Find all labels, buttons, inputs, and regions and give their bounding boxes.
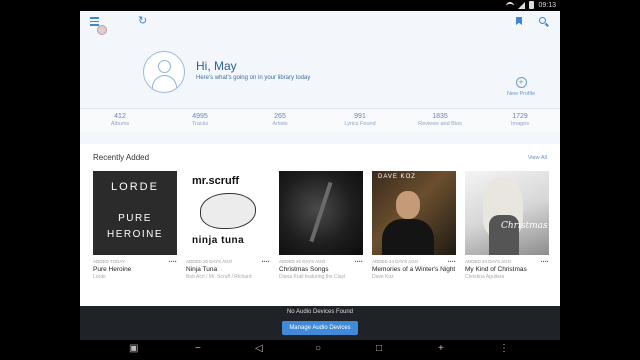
album-cover[interactable]: mr.scruff ninja tuna bbox=[186, 171, 270, 255]
album-card[interactable]: ADDED 20 DAYS AGO •••• Christmas Songs Di… bbox=[279, 171, 363, 280]
album-artist: Diana Krall featuring the Clayt bbox=[279, 274, 346, 280]
added-date: ADDED 24 DAYS AGO bbox=[465, 259, 512, 264]
stat-label: Albums bbox=[110, 121, 130, 127]
album-artist: Bob Acri / Mr. Scruff / Richard bbox=[186, 274, 252, 280]
avatar[interactable] bbox=[143, 51, 185, 93]
album-artist: Dave Koz bbox=[372, 274, 394, 280]
volume-down-icon[interactable]: − bbox=[195, 344, 201, 354]
added-date: ADDED TODAY bbox=[93, 259, 126, 264]
stat-value: 991 bbox=[354, 113, 366, 120]
status-bar: 09:13 bbox=[80, 0, 560, 11]
cover-text: DAVE KOZ bbox=[378, 174, 416, 180]
manage-audio-devices-button[interactable]: Manage Audio Devices bbox=[282, 321, 358, 335]
stat-label: Images bbox=[510, 121, 530, 127]
added-date: ADDED 20 DAYS AGO bbox=[186, 259, 233, 264]
library-stats: 412 Albums 4995 Tracks 265 Artists 991 Lyric… bbox=[80, 108, 560, 132]
album-cover[interactable]: LORDE PURE HEROINE bbox=[93, 171, 177, 255]
new-profile-label: New Profile bbox=[506, 91, 536, 97]
added-date: ADDED 20 DAYS AGO bbox=[279, 259, 326, 264]
stat-albums[interactable]: 412 Albums bbox=[80, 109, 160, 132]
section-title: Recently Added bbox=[93, 153, 150, 162]
touch-indicator bbox=[97, 25, 107, 35]
fish-illustration bbox=[200, 193, 256, 229]
more-icon[interactable]: ⋮ bbox=[499, 344, 509, 354]
stat-value: 412 bbox=[114, 113, 126, 120]
volume-up-icon[interactable]: + bbox=[438, 344, 444, 354]
bass-photo bbox=[309, 181, 333, 243]
hamburger-icon[interactable] bbox=[90, 17, 99, 26]
album-artist: Lorde bbox=[93, 274, 106, 280]
more-icon[interactable]: •••• bbox=[169, 259, 177, 264]
view-all-link[interactable]: View All bbox=[528, 155, 547, 161]
album-list: LORDE PURE HEROINE ADDED TODAY •••• Pure … bbox=[93, 171, 549, 280]
screenshot-icon[interactable]: ▣ bbox=[129, 344, 138, 354]
stat-reviews[interactable]: 1835 Reviews and Bios bbox=[400, 109, 480, 132]
back-icon[interactable]: ◁ bbox=[255, 344, 263, 354]
stat-value: 4995 bbox=[192, 113, 208, 120]
android-nav-bar: ▣ − ◁ ○ □ + ⋮ bbox=[80, 340, 560, 360]
cover-text: LORDE bbox=[111, 181, 159, 193]
stat-label: Tracks bbox=[191, 121, 209, 127]
more-icon[interactable]: •••• bbox=[448, 259, 456, 264]
recently-added-section: Recently Added View All LORDE PURE HEROI… bbox=[80, 144, 560, 306]
no-devices-message: No Audio Devices Found bbox=[286, 309, 354, 315]
home-icon[interactable]: ○ bbox=[315, 344, 321, 354]
album-artist: Christina Aguilera bbox=[465, 274, 505, 280]
stat-lyrics[interactable]: 991 Lyrics Found bbox=[320, 109, 400, 132]
clock: 09:13 bbox=[538, 1, 556, 9]
more-icon[interactable]: •••• bbox=[262, 259, 270, 264]
album-card[interactable]: Christmas ADDED 24 DAYS AGO •••• My Kind … bbox=[465, 171, 549, 280]
stat-label: Lyrics Found bbox=[344, 121, 376, 127]
album-cover[interactable]: Christmas bbox=[465, 171, 549, 255]
album-card[interactable]: mr.scruff ninja tuna ADDED 20 DAYS AGO ••… bbox=[186, 171, 270, 280]
recents-icon[interactable]: □ bbox=[376, 344, 382, 354]
battery-icon bbox=[529, 1, 535, 9]
stat-tracks[interactable]: 4995 Tracks bbox=[160, 109, 240, 132]
album-cover[interactable] bbox=[279, 171, 363, 255]
stat-value: 1729 bbox=[512, 113, 528, 120]
album-title: Memories of a Winter's Night bbox=[372, 266, 456, 273]
album-card[interactable]: LORDE PURE HEROINE ADDED TODAY •••• Pure … bbox=[93, 171, 177, 280]
search-icon[interactable] bbox=[539, 17, 546, 24]
stat-artists[interactable]: 265 Artists bbox=[240, 109, 320, 132]
stat-value: 265 bbox=[274, 113, 286, 120]
stat-images[interactable]: 1729 Images bbox=[480, 109, 560, 132]
more-icon[interactable]: •••• bbox=[355, 259, 363, 264]
cover-text: Christmas bbox=[501, 221, 548, 231]
new-profile-button[interactable]: + New Profile bbox=[503, 77, 539, 97]
cover-text: mr.scruff bbox=[192, 175, 240, 187]
album-title: Ninja Tuna bbox=[186, 266, 218, 273]
more-icon[interactable]: •••• bbox=[541, 259, 549, 264]
added-date: ADDED 24 DAYS AGO bbox=[372, 259, 419, 264]
greeting-subtitle: Here's what's going on in your library t… bbox=[196, 75, 311, 81]
cover-text: HEROINE bbox=[106, 229, 164, 240]
cover-text: PURE bbox=[118, 213, 152, 224]
portrait-photo bbox=[382, 219, 434, 255]
album-title: Christmas Songs bbox=[279, 266, 329, 273]
user-icon bbox=[158, 60, 171, 73]
album-title: Pure Heroine bbox=[93, 266, 132, 273]
plus-icon: + bbox=[515, 77, 527, 88]
album-title: My Kind of Christmas bbox=[465, 266, 527, 273]
signal-icon bbox=[518, 1, 526, 9]
album-cover[interactable]: DAVE KOZ bbox=[372, 171, 456, 255]
audio-devices-panel: No Audio Devices Found Manage Audio Devi… bbox=[80, 306, 560, 340]
stat-value: 1835 bbox=[432, 113, 448, 120]
album-card[interactable]: DAVE KOZ ADDED 24 DAYS AGO •••• Memories … bbox=[372, 171, 456, 280]
refresh-icon[interactable]: ↻ bbox=[138, 16, 147, 27]
stat-label: Artists bbox=[272, 121, 288, 127]
wifi-icon bbox=[506, 2, 515, 8]
stat-label: Reviews and Bios bbox=[418, 121, 462, 127]
bookmark-icon[interactable] bbox=[516, 17, 522, 25]
toolbar: ↻ bbox=[80, 11, 560, 35]
greeting: Hi, May bbox=[196, 59, 237, 73]
cover-text: ninja tuna bbox=[192, 235, 245, 246]
app-window: ↻ Hi, May Here's what's going on in your… bbox=[80, 11, 560, 306]
